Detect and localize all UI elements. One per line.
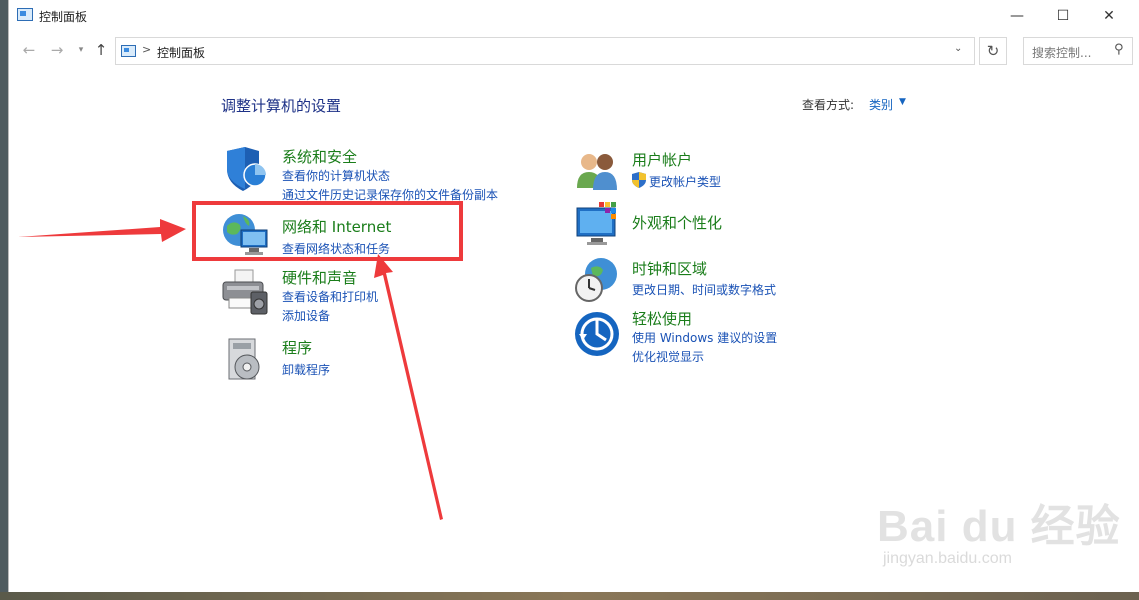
view-by-label: 查看方式: <box>802 98 855 112</box>
desktop-edge <box>0 0 8 600</box>
uac-shield-icon <box>632 172 646 188</box>
maximize-button[interactable]: ☐ <box>1040 0 1086 32</box>
control-panel-window: 控制面板 — ☐ ✕ ← → ▾ ↑ > 控制面板 ⌄ ↻ 搜索控制... ⚲ … <box>8 0 1139 592</box>
clock-globe-icon[interactable] <box>573 256 621 304</box>
link-devices-printers[interactable]: 查看设备和打印机 <box>282 288 378 305</box>
printer-icon[interactable] <box>221 268 269 316</box>
forward-arrow-icon[interactable]: → <box>45 38 69 62</box>
watermark-url-text: jingyan.baidu.com <box>883 550 1012 567</box>
link-optimize-visual-display[interactable]: 优化视觉显示 <box>632 348 704 365</box>
view-by-dropdown[interactable]: 类别 <box>869 96 893 113</box>
window-title: 控制面板 <box>39 10 88 24</box>
link-view-computer-status[interactable]: 查看你的计算机状态 <box>282 167 390 184</box>
link-change-account-type[interactable]: 更改帐户类型 <box>649 173 721 190</box>
annotation-highlight-box <box>192 201 463 261</box>
category-ease-of-access[interactable]: 轻松使用 <box>632 308 692 329</box>
category-appearance-personalization[interactable]: 外观和个性化 <box>632 212 722 233</box>
control-panel-icon <box>17 8 33 21</box>
refresh-button[interactable]: ↻ <box>979 37 1007 65</box>
baidu-watermark: Bai du 经验 jingyan.baidu.com <box>877 470 1127 580</box>
control-panel-icon <box>121 45 136 57</box>
desktop-bottom-edge <box>0 592 1139 600</box>
page-title: 调整计算机的设置 <box>221 97 342 115</box>
search-placeholder: 搜索控制... <box>1032 46 1092 60</box>
link-add-device[interactable]: 添加设备 <box>282 307 330 324</box>
category-user-accounts[interactable]: 用户帐户 <box>632 149 692 170</box>
link-uninstall-program[interactable]: 卸载程序 <box>282 361 330 378</box>
category-system-security[interactable]: 系统和安全 <box>282 146 357 167</box>
link-change-date-time-format[interactable]: 更改日期、时间或数字格式 <box>632 281 776 298</box>
accessibility-icon[interactable] <box>573 310 621 358</box>
breadcrumb-separator: > <box>142 43 152 56</box>
chevron-down-icon[interactable]: ⌄ <box>954 43 962 54</box>
category-programs[interactable]: 程序 <box>282 337 312 358</box>
close-button[interactable]: ✕ <box>1086 0 1132 32</box>
search-icon: ⚲ <box>1114 42 1124 57</box>
monitor-palette-icon[interactable] <box>573 200 621 248</box>
back-arrow-icon[interactable]: ← <box>17 38 41 62</box>
title-bar: 控制面板 — ☐ ✕ <box>9 0 1139 32</box>
category-clock-region[interactable]: 时钟和区域 <box>632 258 707 279</box>
users-icon[interactable] <box>573 148 621 196</box>
shield-icon[interactable] <box>221 145 269 193</box>
watermark-main-text: Bai du 经验 <box>877 502 1121 551</box>
programs-disc-icon[interactable] <box>221 335 269 383</box>
breadcrumb-control-panel[interactable]: 控制面板 <box>157 44 205 61</box>
address-bar[interactable]: > 控制面板 ⌄ <box>115 37 975 65</box>
minimize-button[interactable]: — <box>994 0 1040 32</box>
category-hardware-sound[interactable]: 硬件和声音 <box>282 267 357 288</box>
up-arrow-icon[interactable]: ↑ <box>89 38 113 62</box>
chevron-down-icon[interactable]: ▼ <box>899 97 906 107</box>
link-windows-recommended-settings[interactable]: 使用 Windows 建议的设置 <box>632 329 777 346</box>
search-input[interactable]: 搜索控制... ⚲ <box>1023 37 1133 65</box>
